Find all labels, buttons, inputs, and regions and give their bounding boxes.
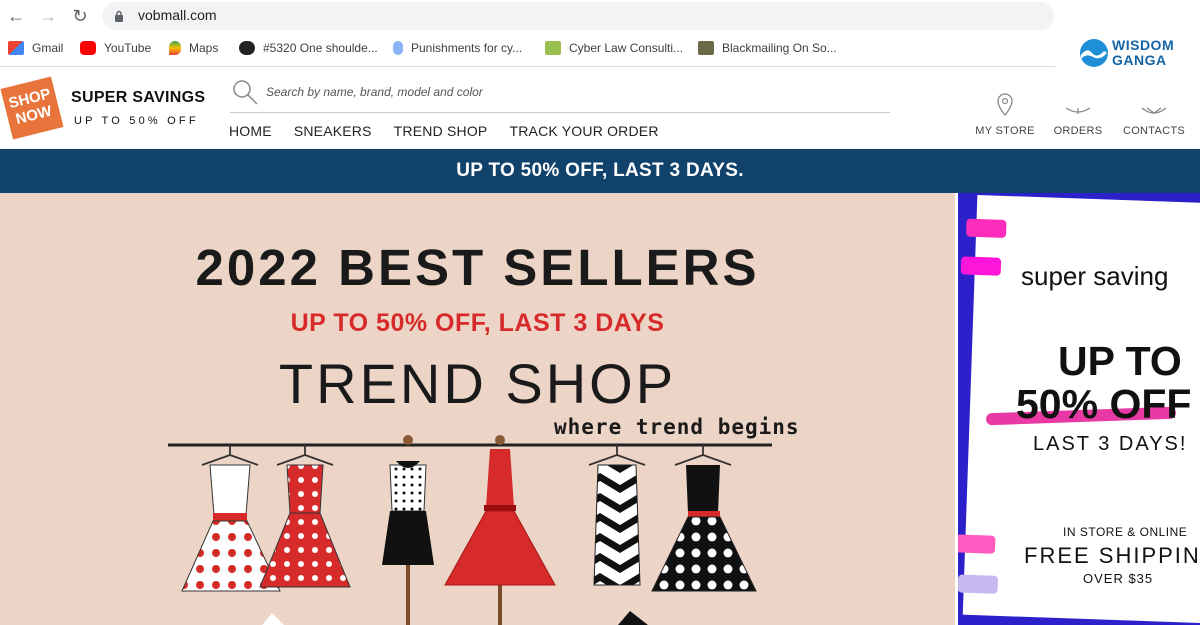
url-text: vobmall.com — [138, 7, 217, 23]
watermark-line2: GANGA — [1112, 52, 1167, 68]
nav-sneakers[interactable]: SNEAKERS — [294, 123, 372, 141]
decor-tab — [958, 574, 999, 594]
maps-icon — [169, 41, 181, 55]
wave-logo-icon — [1080, 39, 1108, 67]
forward-arrow-icon[interactable]: → — [37, 5, 59, 27]
shop-now-badge[interactable]: SHOP NOW — [0, 76, 64, 140]
promo-banner[interactable]: UP TO 50% OFF, LAST 3 DAYS. — [0, 149, 1200, 193]
bookmark-label: Cyber Law Consulti... — [569, 41, 684, 55]
ad-line3: 50% OFF — [1016, 381, 1192, 427]
ad-line6: FREE SHIPPING — [1024, 543, 1200, 568]
site-icon — [698, 41, 714, 55]
location-pin-icon — [997, 93, 1013, 116]
bookmark-item[interactable]: Cyber Law Consulti... — [545, 39, 683, 57]
search-underline — [230, 112, 890, 113]
decor-tab — [965, 218, 1007, 238]
bookmark-label: Maps — [189, 41, 219, 55]
bookmark-label: Blackmailing On So... — [722, 41, 837, 55]
orders-label: ORDERS — [1053, 125, 1103, 137]
back-arrow-icon[interactable]: ← — [5, 5, 27, 27]
ad-line5: IN STORE & ONLINE — [1063, 525, 1188, 539]
nav-trend-shop[interactable]: TREND SHOP — [394, 123, 488, 141]
site-icon — [393, 41, 403, 55]
side-advert[interactable]: super saving UP TO 50% OFF LAST 3 DAYS! … — [958, 193, 1200, 625]
hero-banner[interactable]: 2022 BEST SELLERS UP TO 50% OFF, LAST 3 … — [0, 193, 955, 625]
divider — [0, 66, 1055, 67]
bookmark-maps[interactable]: Maps — [169, 39, 218, 57]
dress-rack-illustration — [168, 435, 772, 625]
brand-subtitle: UP TO 50% OFF — [74, 115, 199, 127]
site-icon — [545, 41, 561, 55]
watermark-line1: WISDOM — [1112, 37, 1175, 53]
bookmarks-bar: Gmail YouTube Maps #5320 One shoulde... … — [0, 32, 1055, 62]
search-input[interactable] — [266, 80, 886, 104]
orders-icon — [1065, 107, 1091, 114]
bookmark-item[interactable]: Punishments for cy... — [393, 39, 522, 57]
ad-line4: LAST 3 DAYS! — [1033, 433, 1188, 455]
wisdom-ganga-logo: WISDOM GANGA — [1078, 35, 1188, 71]
bookmark-label: Gmail — [32, 41, 64, 55]
decor-tab — [960, 256, 1002, 276]
url-field[interactable]: vobmall.com — [102, 2, 1054, 30]
my-store-label: MY STORE — [975, 125, 1035, 137]
search-icon[interactable] — [231, 78, 259, 106]
ad-line2: UP TO — [1058, 338, 1182, 384]
ad-line7: OVER $35 — [1083, 571, 1154, 586]
nav-home[interactable]: HOME — [229, 123, 272, 141]
contacts-label: CONTACTS — [1122, 125, 1186, 137]
nav-track-order[interactable]: TRACK YOUR ORDER — [509, 123, 658, 141]
contacts-icon — [1141, 107, 1167, 114]
lock-icon — [115, 10, 123, 22]
bookmark-label: YouTube — [104, 41, 152, 55]
youtube-icon — [80, 41, 96, 55]
bookmark-label: Punishments for cy... — [411, 41, 523, 55]
gmail-icon — [8, 41, 24, 55]
bookmark-youtube[interactable]: YouTube — [80, 39, 151, 57]
bookmark-item[interactable]: #5320 One shoulde... — [239, 39, 378, 57]
bookmark-gmail[interactable]: Gmail — [8, 39, 63, 57]
bookmark-item[interactable]: Blackmailing On So... — [698, 39, 837, 57]
brand-title[interactable]: SUPER SAVINGS — [71, 89, 205, 107]
bookmark-label: #5320 One shoulde... — [263, 41, 378, 55]
browser-address-bar: ← → ↻ vobmall.com — [0, 0, 1200, 32]
decor-tab — [958, 534, 996, 554]
ad-line1: super saving — [1021, 261, 1169, 291]
reload-icon[interactable]: ↻ — [69, 5, 91, 27]
site-icon — [239, 41, 255, 55]
main-nav: HOME SNEAKERS TREND SHOP TRACK YOUR ORDE… — [229, 123, 681, 141]
